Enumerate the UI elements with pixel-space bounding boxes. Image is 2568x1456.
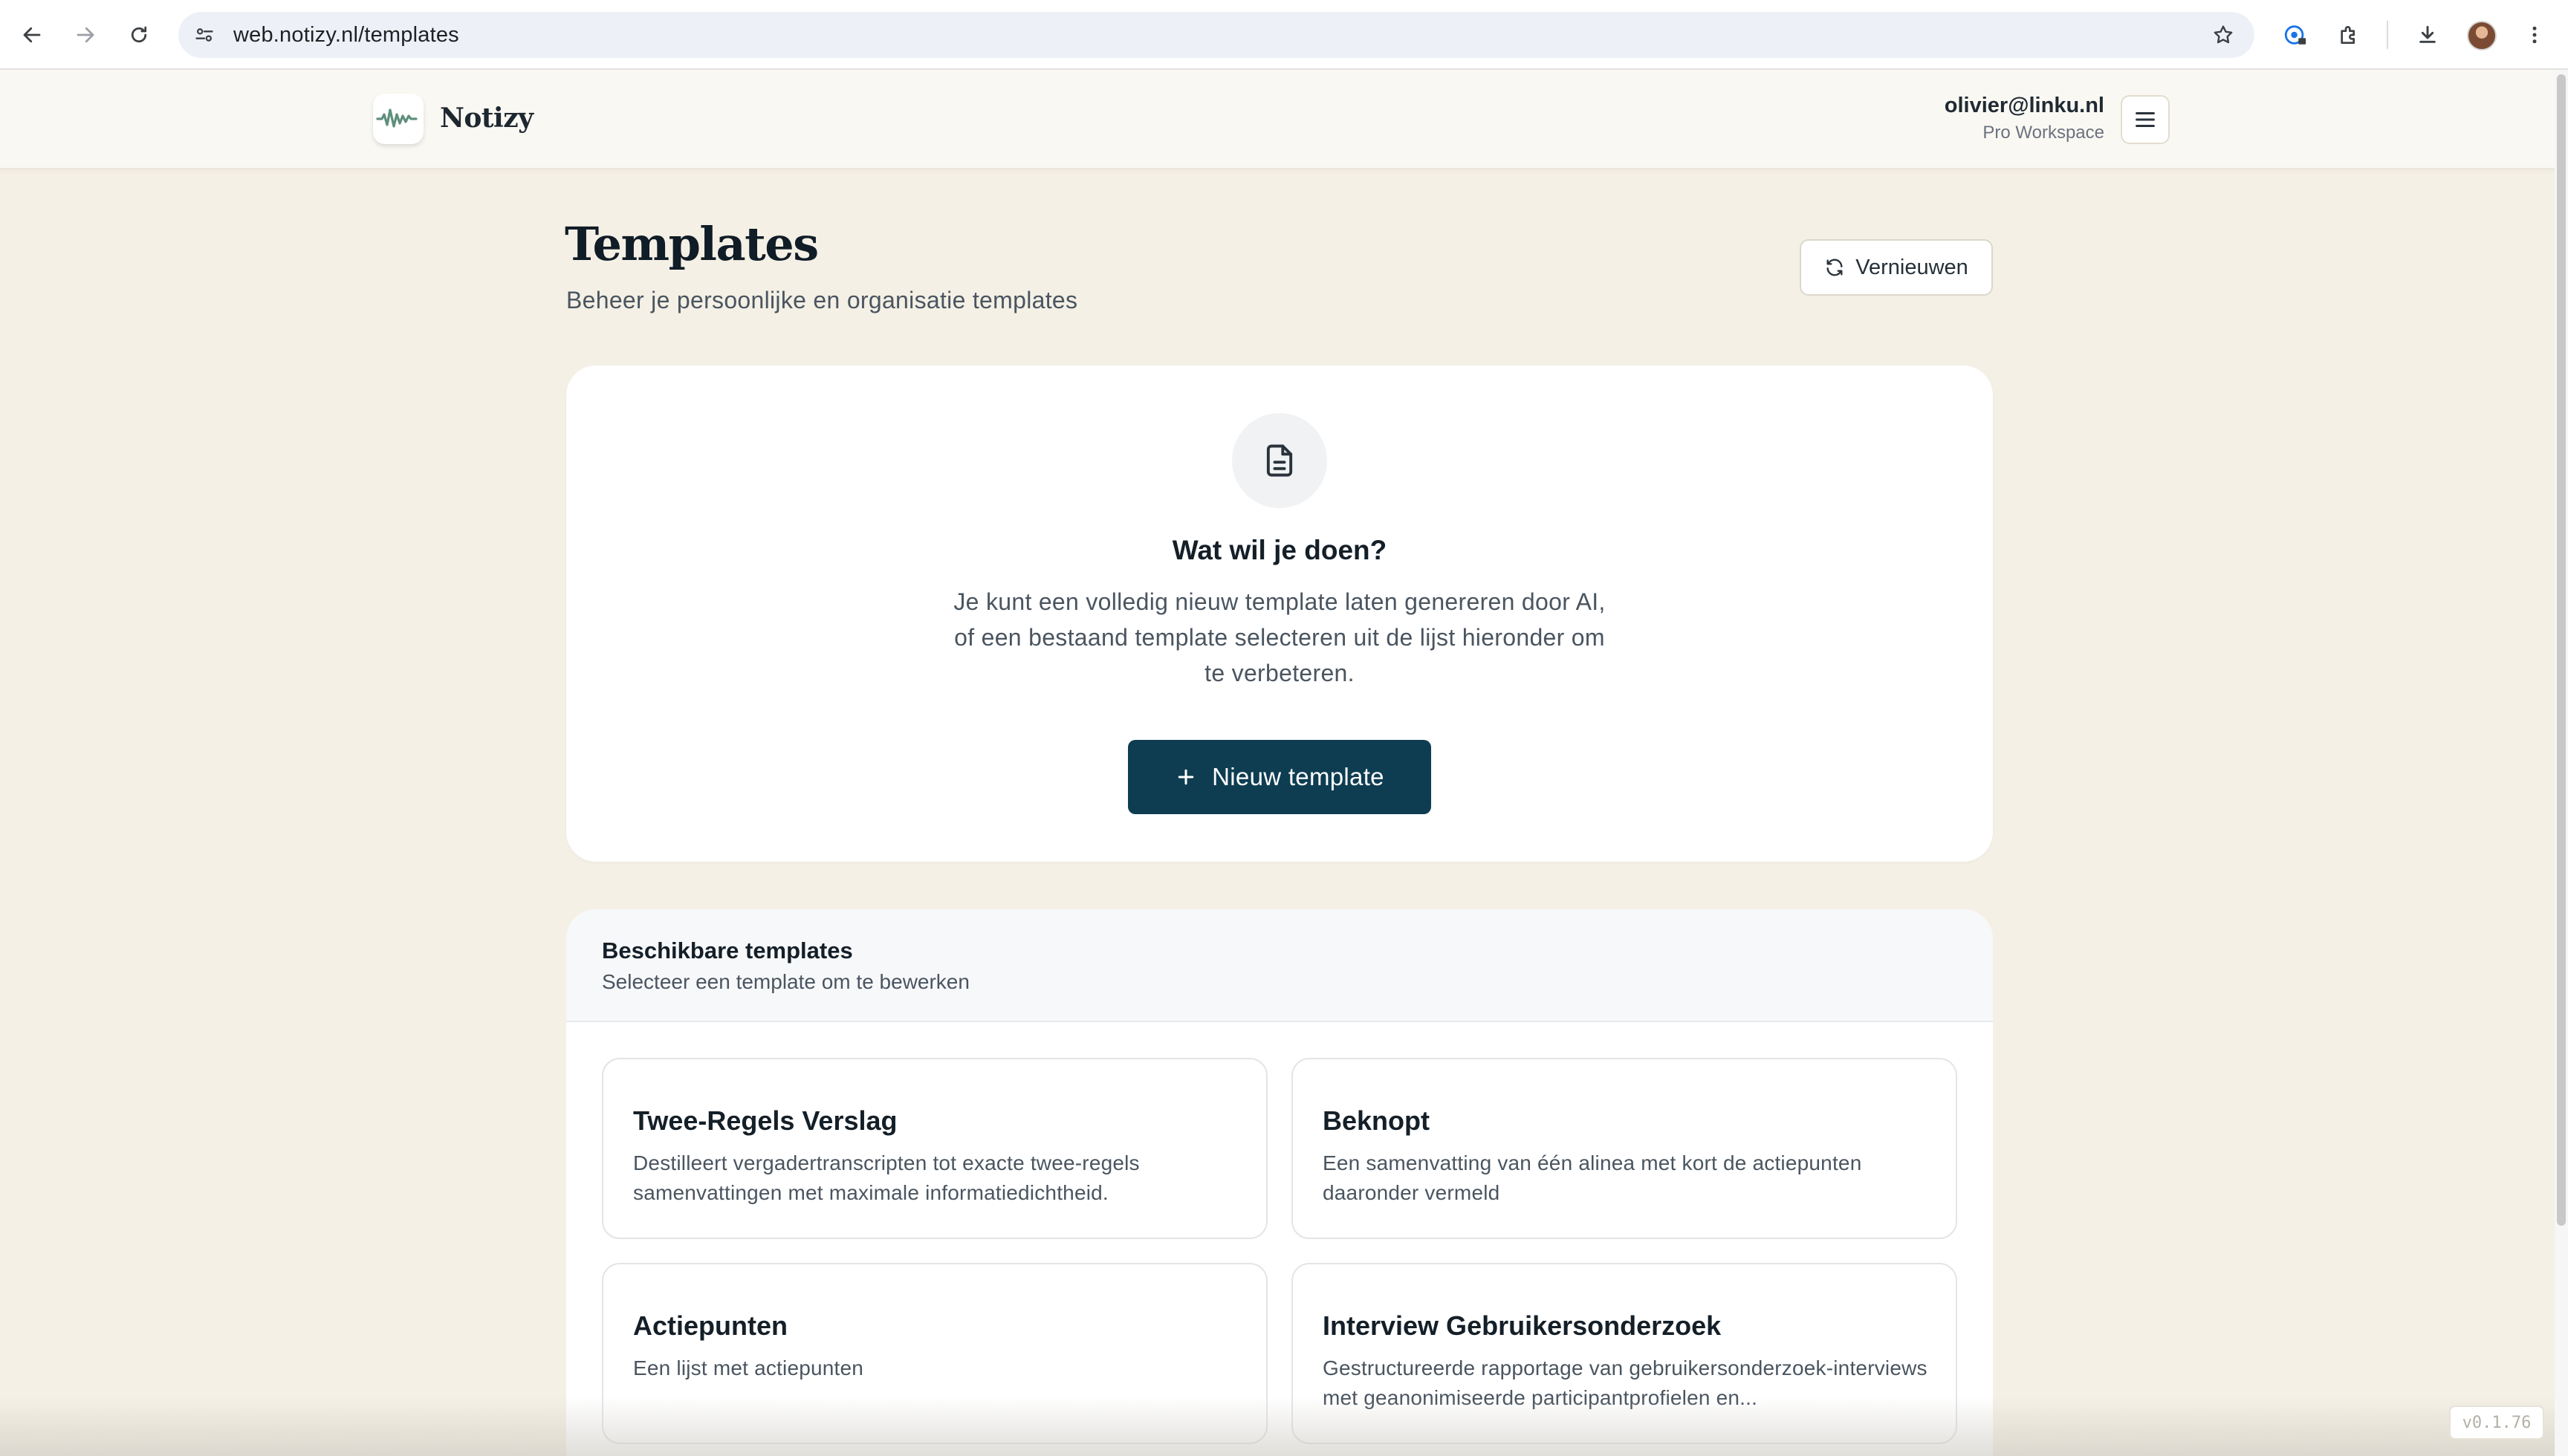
menu-icon <box>2136 111 2155 128</box>
back-icon[interactable] <box>15 18 49 52</box>
page-scrollbar[interactable] <box>2555 70 2568 1456</box>
account-info: olivier@linku.nl Pro Workspace <box>1945 94 2104 143</box>
template-name: Beknopt <box>1323 1105 1430 1136</box>
page-title: Templates <box>565 217 819 271</box>
templates-list-subtitle: Selecteer een template om te bewerken <box>602 970 970 993</box>
downloads-icon[interactable] <box>2410 18 2445 52</box>
templates-list-title: Beschikbare templates <box>602 937 853 963</box>
logo-icon[interactable] <box>373 94 424 144</box>
account-plan: Pro Workspace <box>1982 123 2104 143</box>
browser-toolbar: web.notizy.nl/templates <box>0 0 2568 70</box>
template-description: Een lijst met actiepunten <box>633 1356 864 1379</box>
app-header: Notizy olivier@linku.nl Pro Workspace <box>0 70 2568 169</box>
template-card[interactable]: Interview Gebruikersonderzoek Gestructur… <box>1291 1263 1957 1444</box>
forward-icon[interactable] <box>68 18 103 52</box>
bookmark-star-icon[interactable] <box>2208 20 2238 50</box>
account-email: olivier@linku.nl <box>1944 94 2104 117</box>
refresh-button-label: Vernieuwen <box>1855 255 1968 279</box>
document-icon <box>1232 413 1327 508</box>
template-description: Een samenvatting van één alinea met kort… <box>1323 1151 1862 1204</box>
version-badge: v0.1.76 <box>2449 1405 2544 1440</box>
toolbar-divider <box>2387 21 2388 49</box>
address-bar[interactable]: web.notizy.nl/templates <box>178 12 2254 58</box>
plus-icon <box>1178 769 1194 785</box>
template-card[interactable]: Actiepunten Een lijst met actiepunten <box>602 1263 1268 1444</box>
password-manager-icon[interactable] <box>2278 18 2312 52</box>
template-card[interactable]: Beknopt Een samenvatting van één alinea … <box>1291 1058 1957 1239</box>
site-info-icon[interactable] <box>190 21 218 49</box>
new-template-label: Nieuw template <box>1212 763 1384 790</box>
refresh-icon <box>1826 259 1843 276</box>
more-menu-icon[interactable] <box>2517 18 2552 52</box>
reload-icon[interactable] <box>122 18 156 52</box>
extensions-icon[interactable] <box>2332 18 2366 52</box>
hamburger-menu-button[interactable] <box>2121 95 2170 144</box>
template-name: Interview Gebruikersonderzoek <box>1323 1310 1722 1341</box>
template-name: Twee-Regels Verslag <box>633 1105 898 1136</box>
app-name[interactable]: Notizy <box>440 103 534 134</box>
template-card[interactable]: Twee-Regels Verslag Destilleert vergader… <box>602 1058 1268 1239</box>
profile-avatar[interactable] <box>2467 21 2497 51</box>
templates-list-card: Beschikbare templates Selecteer een temp… <box>566 909 1993 1456</box>
template-description: Gestructureerde rapportage van gebruiker… <box>1323 1356 1927 1409</box>
refresh-button[interactable]: Vernieuwen <box>1800 239 1993 296</box>
page-subtitle: Beheer je persoonlijke en organisatie te… <box>566 287 1078 313</box>
new-template-button[interactable]: Nieuw template <box>1128 740 1431 814</box>
template-name: Actiepunten <box>633 1310 788 1341</box>
scrollbar-thumb[interactable] <box>2557 74 2566 1226</box>
url-text[interactable]: web.notizy.nl/templates <box>233 23 459 48</box>
templates-list-header: Beschikbare templates Selecteer een temp… <box>566 909 1993 1022</box>
create-template-card: Wat wil je doen? Je kunt een volledig ni… <box>566 365 1993 862</box>
template-description: Destilleert vergadertranscripten tot exa… <box>633 1151 1140 1204</box>
action-card-title: Wat wil je doen? <box>1172 535 1387 565</box>
action-card-description: Je kunt een volledig nieuw template late… <box>953 588 1606 686</box>
